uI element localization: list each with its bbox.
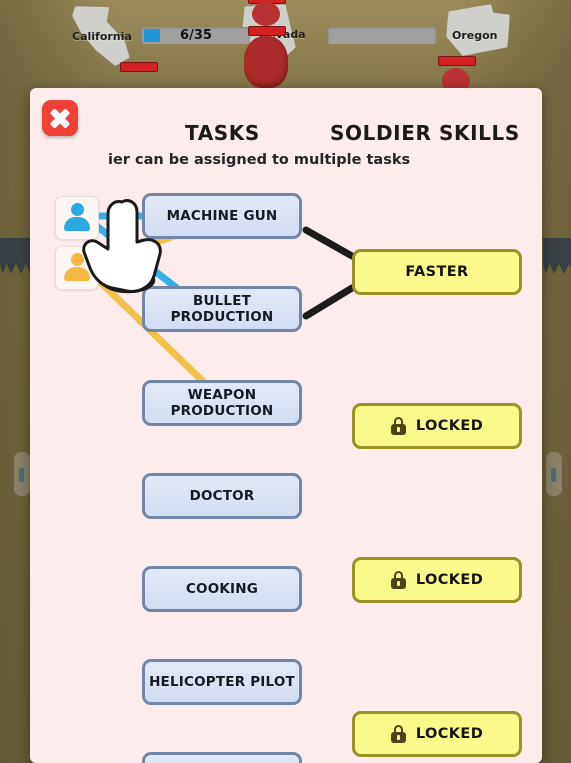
soldier-avatar-blue[interactable] [55,196,99,240]
skill-button-locked-2[interactable]: LOCKED [352,557,522,603]
task-button-doctor[interactable]: DOCTOR [142,473,302,519]
task-button-weapon-production[interactable]: WEAPON PRODUCTION [142,380,302,426]
progress-label [328,27,436,44]
lock-icon [390,417,406,435]
progress-label: 6/35 [180,28,212,43]
task-label: COOKING [185,581,259,597]
state-label-california: California [72,30,132,43]
skill-button-locked-1[interactable]: LOCKED [352,403,522,449]
skill-label: LOCKED [415,418,484,434]
skill-label: FASTER [405,264,469,280]
task-button-helicopter-pilot[interactable]: HELICOPTER PILOT [142,659,302,705]
california-progress-bar: 6/35 [142,27,250,44]
skill-label: LOCKED [415,726,484,742]
enemy-health-bar [120,62,158,72]
task-button-cooking[interactable]: COOKING [142,566,302,612]
task-label: MACHINE GUN [166,208,278,224]
task-label: BULLET PRODUCTION [170,293,274,325]
enemy-health-bar [248,26,286,36]
enemy-head [252,2,280,26]
lock-icon [390,725,406,743]
game-screen: California Nevada Oregon 6/35 [0,0,571,763]
task-label: DOCTOR [189,488,255,504]
panel-subtitle: ier can be assigned to multiple tasks [108,152,411,168]
column-header-skills: SOLDIER SKILLS [330,121,520,145]
task-button-bullet-production[interactable]: BULLET PRODUCTION [142,286,302,332]
enemy-health-bar [438,56,476,66]
skill-label: LOCKED [415,572,484,588]
skill-button-faster[interactable]: FASTER [352,249,522,295]
background-sprite [546,452,562,496]
task-label: WEAPON PRODUCTION [170,387,274,419]
tasks-skills-panel: TASKS SOLDIER SKILLS ier can be assigned… [30,88,542,763]
oregon-progress-bar [328,27,436,44]
task-button-next[interactable] [142,752,302,763]
person-icon [63,203,91,233]
soldier-avatar-orange[interactable] [55,246,99,290]
state-label-oregon: Oregon [452,29,498,42]
background-sprite [14,452,30,496]
task-label: HELICOPTER PILOT [149,674,295,690]
person-icon [63,253,91,283]
task-button-machine-gun[interactable]: MACHINE GUN [142,193,302,239]
close-button[interactable] [42,100,78,136]
skill-button-locked-3[interactable]: LOCKED [352,711,522,757]
enemy-body [244,36,288,88]
lock-icon [390,571,406,589]
column-header-tasks: TASKS [185,121,260,145]
